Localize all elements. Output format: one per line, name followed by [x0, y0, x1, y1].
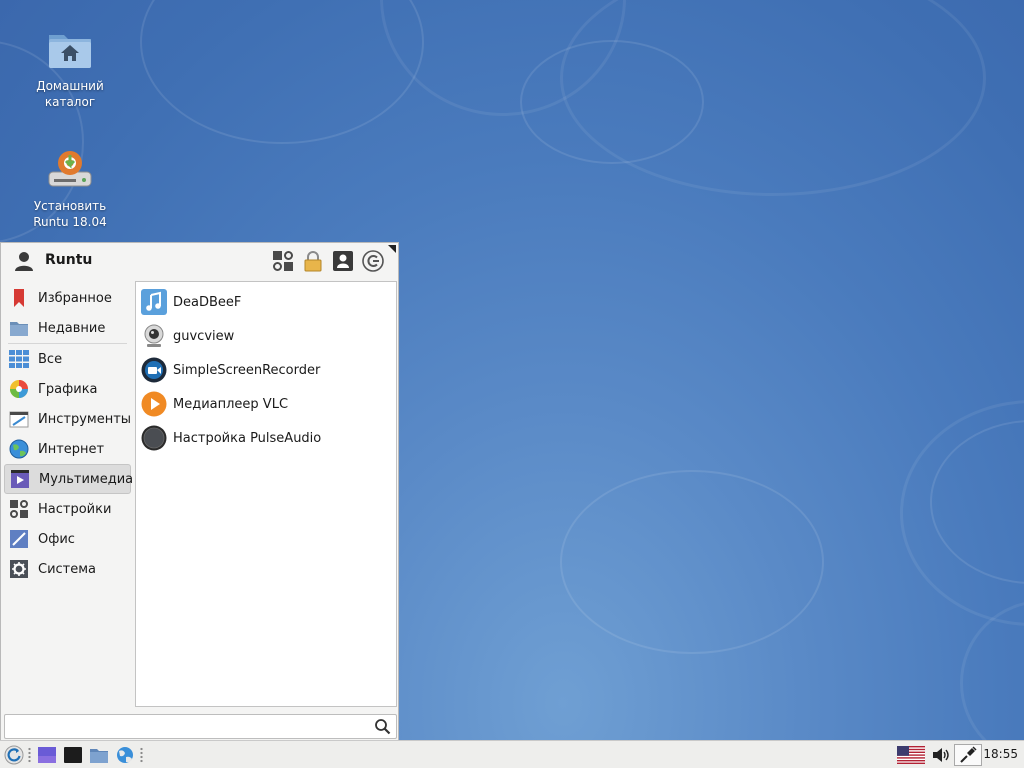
- panel-grip[interactable]: [28, 747, 31, 763]
- settings-icon: [10, 500, 28, 518]
- menu-header: Runtu: [1, 243, 398, 279]
- screen-recorder-icon: [141, 357, 167, 383]
- category-label: Система: [38, 561, 97, 577]
- logout-icon: [362, 250, 384, 272]
- launcher-show-desktop[interactable]: [37, 744, 57, 766]
- switch-user-button[interactable]: [331, 249, 355, 273]
- app-item-guvcview[interactable]: guvcview: [136, 319, 396, 353]
- taskbar: 18:55: [0, 740, 1024, 768]
- category-graphics[interactable]: Графика: [4, 374, 131, 404]
- terminal-icon: [64, 747, 82, 763]
- user-avatar-icon: [13, 250, 35, 272]
- app-label: Настройка PulseAudio: [173, 430, 322, 446]
- music-note-icon: [141, 289, 167, 315]
- app-item-simplescreenrecorder[interactable]: SimpleScreenRecorder: [136, 353, 396, 387]
- office-icon: [10, 530, 28, 548]
- system-icon: [10, 560, 28, 578]
- switch-user-icon: [333, 251, 353, 271]
- installer-icon: [46, 146, 94, 194]
- app-label: SimpleScreenRecorder: [173, 362, 321, 378]
- clock[interactable]: 18:55: [983, 747, 1018, 761]
- app-label: guvcview: [173, 328, 235, 344]
- category-tools[interactable]: Инструменты: [4, 404, 131, 434]
- category-label: Инструменты: [38, 411, 132, 427]
- runtu-logo-icon: [4, 745, 24, 765]
- search-icon: [375, 719, 391, 735]
- category-label: Недавние: [38, 320, 106, 336]
- category-label: Офис: [38, 531, 75, 547]
- launcher-web-browser[interactable]: [115, 744, 135, 766]
- lock-screen-button[interactable]: [301, 249, 325, 273]
- bookmark-icon: [14, 289, 24, 307]
- desktop-icon-home[interactable]: Домашний каталог: [20, 26, 120, 110]
- desktop-icon-label: Установить Runtu 18.04: [33, 199, 107, 229]
- menu-button[interactable]: [3, 744, 25, 766]
- home-folder-icon: [46, 26, 94, 74]
- app-label: Медиаплеер VLC: [173, 396, 289, 412]
- category-label: Настройки: [38, 501, 112, 517]
- settings-manager-button[interactable]: [271, 249, 295, 273]
- menu-search-box[interactable]: [4, 714, 397, 739]
- search-input[interactable]: [9, 715, 373, 738]
- web-browser-icon: [117, 747, 133, 763]
- internet-icon: [9, 439, 29, 459]
- category-label: Мультимедиа: [39, 471, 134, 487]
- launcher-terminal[interactable]: [63, 744, 83, 766]
- category-label: Все: [38, 351, 63, 367]
- category-settings[interactable]: Настройки: [4, 494, 131, 524]
- panel-grip[interactable]: [140, 747, 143, 763]
- category-favorites[interactable]: Избранное: [4, 283, 131, 313]
- category-label: Интернет: [38, 441, 105, 457]
- application-menu: Runtu Избранное Недавние Все Графика Инс…: [0, 242, 399, 742]
- category-label: Избранное: [38, 290, 112, 306]
- network-indicator[interactable]: [954, 744, 982, 766]
- folder-icon: [90, 749, 108, 763]
- network-plug-icon: [960, 746, 977, 763]
- keyboard-layout-indicator[interactable]: [896, 744, 926, 766]
- category-internet[interactable]: Интернет: [4, 434, 131, 464]
- desktop-icon-installer[interactable]: Установить Runtu 18.04: [20, 146, 120, 230]
- app-item-deadbeef[interactable]: DeaDBeeF: [136, 285, 396, 319]
- category-recent[interactable]: Недавние: [4, 313, 131, 343]
- volume-icon: [933, 748, 949, 762]
- show-desktop-icon: [38, 747, 56, 763]
- category-all[interactable]: Все: [4, 344, 131, 374]
- recent-folder-icon: [10, 322, 28, 336]
- user-name: Runtu: [45, 252, 93, 268]
- vlc-play-icon: [141, 391, 167, 417]
- grid-icon: [9, 350, 29, 368]
- us-flag-icon: [897, 746, 925, 764]
- app-item-pulseaudio[interactable]: Настройка PulseAudio: [136, 421, 396, 455]
- desktop-icon-label: Домашний каталог: [36, 79, 104, 109]
- category-system[interactable]: Система: [4, 554, 131, 584]
- launcher-file-manager[interactable]: [89, 744, 109, 766]
- webcam-icon: [144, 324, 164, 347]
- lock-icon: [304, 251, 322, 272]
- multimedia-icon: [11, 470, 29, 488]
- graphics-icon: [10, 380, 28, 398]
- app-label: DeaDBeeF: [173, 294, 242, 310]
- category-label: Графика: [38, 381, 98, 397]
- pulseaudio-knob-icon: [141, 425, 167, 451]
- category-office[interactable]: Офис: [4, 524, 131, 554]
- app-item-vlc[interactable]: Медиаплеер VLC: [136, 387, 396, 421]
- tools-icon: [9, 411, 29, 428]
- volume-control[interactable]: [930, 744, 952, 766]
- category-list: Избранное Недавние Все Графика Инструмен…: [4, 283, 134, 584]
- logout-button[interactable]: [361, 249, 385, 273]
- application-list: DeaDBeeF guvcview SimpleScreenRecorder М…: [135, 281, 397, 707]
- settings-manager-icon: [273, 251, 293, 271]
- category-multimedia[interactable]: Мультимедиа: [4, 464, 134, 494]
